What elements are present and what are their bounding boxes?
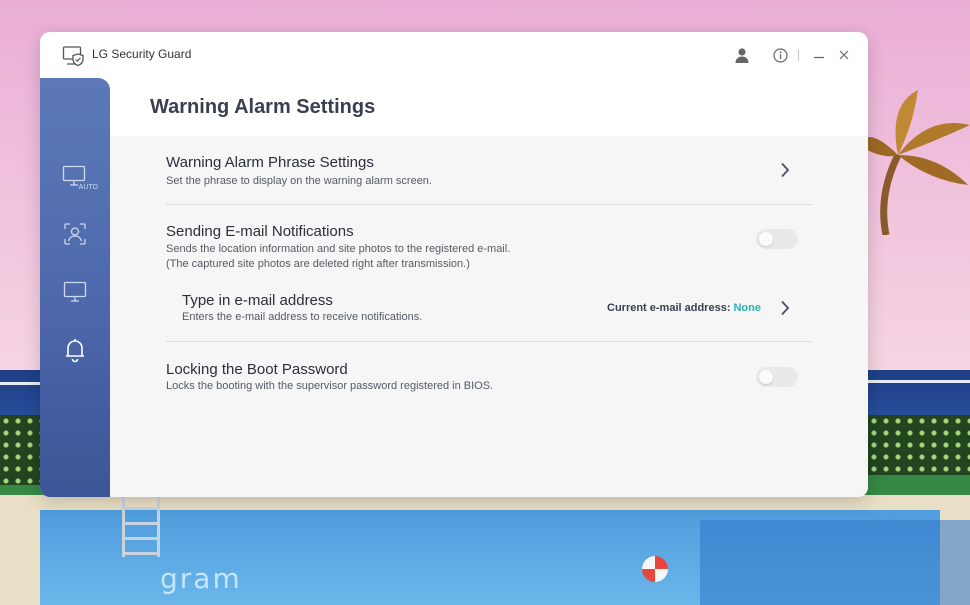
bell-icon — [66, 339, 84, 363]
shield-monitor-icon — [62, 46, 84, 67]
current-email-value: None — [733, 302, 761, 314]
boot-password-toggle[interactable] — [756, 367, 798, 387]
sidebar-nav: AUTO — [40, 78, 110, 497]
face-scan-icon — [64, 223, 86, 245]
sidebar-item-auto-monitor[interactable]: AUTO — [56, 158, 98, 194]
minimize-button[interactable] — [809, 45, 829, 65]
page-title: Warning Alarm Settings — [150, 96, 376, 118]
divider — [166, 341, 812, 342]
sidebar-item-monitor[interactable] — [56, 274, 94, 310]
auto-badge: AUTO — [78, 184, 98, 191]
user-icon — [735, 48, 749, 63]
toggle-knob — [759, 232, 773, 246]
info-button[interactable] — [770, 45, 790, 65]
wallpaper-hedge — [868, 415, 970, 475]
email-notifications-toggle[interactable] — [756, 229, 798, 249]
email-address-desc: Enters the e-mail address to receive not… — [182, 311, 423, 323]
chevron-right-icon[interactable] — [776, 299, 794, 317]
close-button[interactable] — [834, 45, 854, 65]
wallpaper-pool-shade — [700, 520, 970, 605]
divider — [166, 204, 812, 205]
wallpaper-hedge — [0, 415, 45, 485]
wallpaper-pool-text: gram — [160, 562, 242, 595]
title-bar: LG Security Guard — [40, 32, 868, 78]
sidebar-item-face-recognition[interactable] — [56, 216, 94, 252]
wallpaper-beach-ball — [642, 556, 668, 582]
chevron-right-icon[interactable] — [776, 161, 794, 179]
settings-panel: Warning Alarm Phrase Settings Set the ph… — [110, 136, 868, 497]
wallpaper-pool-ladder — [122, 495, 160, 557]
app-window: LG Security Guard AUTO Warning Alarm Set… — [40, 32, 868, 497]
minimize-icon — [814, 56, 824, 59]
current-email-label: Current e-mail address: — [607, 302, 731, 314]
email-notifications-title: Sending E-mail Notifications — [166, 223, 354, 240]
email-notifications-desc: Sends the location information and site … — [166, 243, 511, 255]
email-address-title: Type in e-mail address — [182, 292, 333, 309]
current-email-status: Current e-mail address: None — [607, 302, 761, 314]
boot-password-title: Locking the Boot Password — [166, 361, 348, 378]
toggle-knob — [759, 370, 773, 384]
info-icon — [772, 47, 788, 63]
titlebar-separator — [798, 49, 799, 61]
user-account-button[interactable] — [732, 45, 752, 65]
app-title: LG Security Guard — [92, 47, 192, 61]
close-icon — [839, 50, 849, 60]
boot-password-desc: Locks the booting with the supervisor pa… — [166, 380, 494, 392]
sidebar-item-warning-alarm[interactable] — [56, 332, 94, 368]
wallpaper-palm-tree — [858, 90, 970, 235]
phrase-settings-desc: Set the phrase to display on the warning… — [166, 175, 432, 187]
email-notifications-note: (The captured site photos are deleted ri… — [166, 258, 470, 270]
monitor-icon — [63, 281, 87, 302]
phrase-settings-title: Warning Alarm Phrase Settings — [166, 154, 374, 171]
